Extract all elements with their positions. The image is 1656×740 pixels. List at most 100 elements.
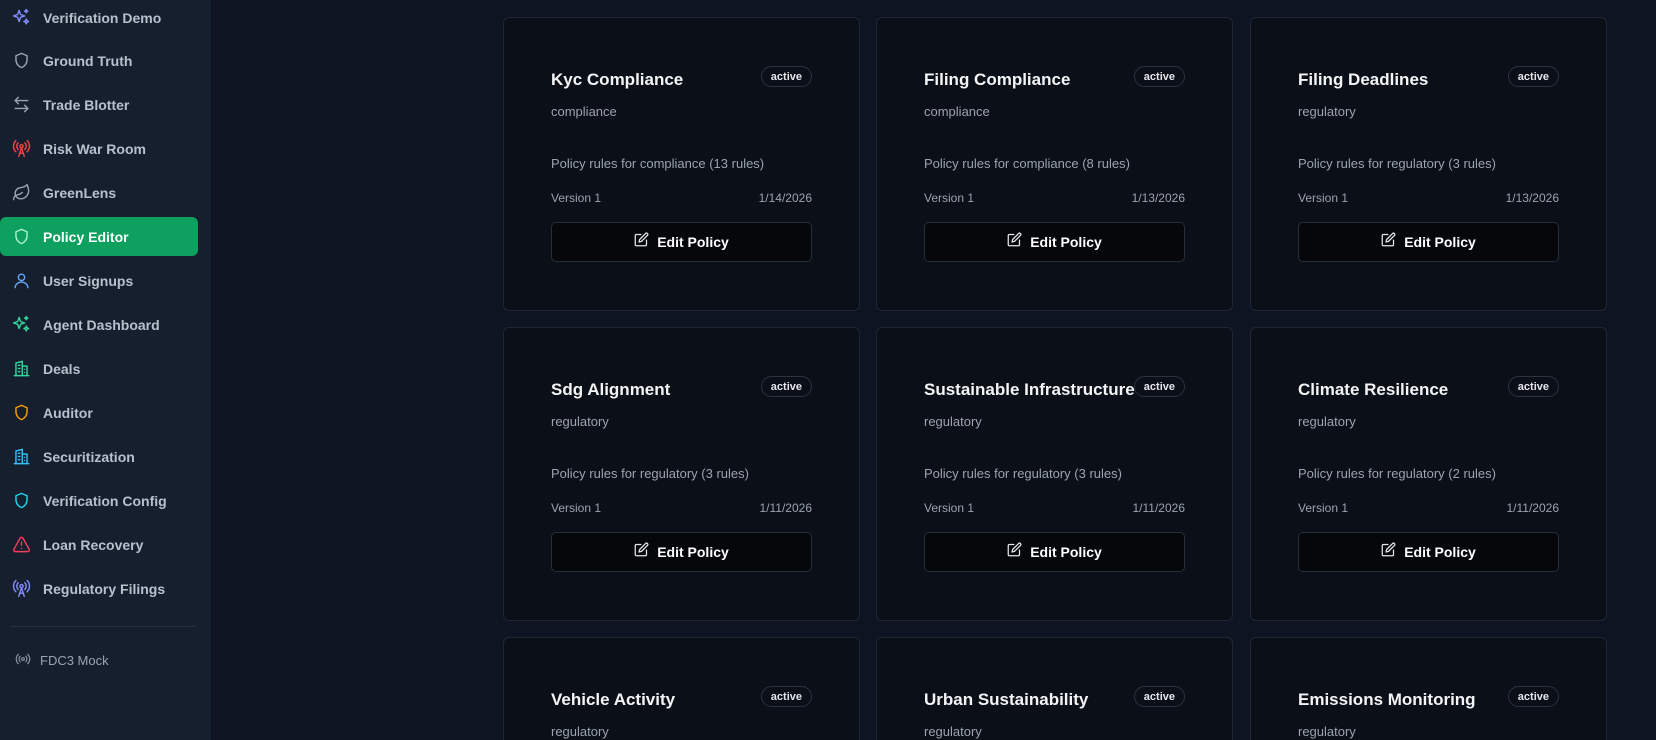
policy-date: 1/13/2026 [1131, 191, 1185, 205]
edit-policy-label: Edit Policy [1404, 544, 1476, 560]
sidebar-item-label: GreenLens [43, 184, 117, 201]
sidebar-item-risk-war-room[interactable]: Risk War Room [0, 129, 198, 168]
sidebar-item-label: Agent Dashboard [43, 316, 160, 333]
sidebar-item-verification-config[interactable]: Verification Config [0, 481, 198, 520]
sidebar-item-label: Trade Blotter [43, 96, 130, 113]
sidebar-item-loan-recovery[interactable]: Loan Recovery [0, 525, 198, 564]
user-icon [11, 271, 31, 291]
sidebar-item-label: Risk War Room [43, 140, 146, 157]
sidebar-item-trade-blotter[interactable]: Trade Blotter [0, 85, 198, 124]
policy-category: regulatory [1298, 724, 1356, 739]
fdc3-mock-label: FDC3 Mock [40, 652, 109, 668]
edit-icon [634, 232, 649, 252]
radio-tower-icon [11, 139, 31, 159]
policy-date: 1/14/2026 [758, 191, 812, 205]
policy-title: Filing Deadlines [1298, 70, 1429, 89]
sidebar-item-agent-dashboard[interactable]: Agent Dashboard [0, 305, 198, 344]
policy-title: Vehicle Activity [551, 690, 676, 709]
sidebar-item-policy-editor[interactable]: Policy Editor [0, 217, 198, 256]
policy-card: Kyc Compliance active compliance Policy … [503, 17, 860, 311]
policy-title: Urban Sustainability [924, 690, 1089, 709]
edit-policy-button[interactable]: Edit Policy [1298, 222, 1559, 262]
status-badge: active [1507, 686, 1559, 707]
shield-icon [11, 227, 31, 247]
sidebar-item-label: Verification Demo [43, 9, 162, 26]
policy-category: compliance [924, 104, 990, 119]
edit-policy-button[interactable]: Edit Policy [551, 222, 812, 262]
sidebar-item-label: Auditor [43, 404, 93, 421]
sidebar-item-label: Ground Truth [43, 52, 133, 69]
policy-date: 1/11/2026 [759, 501, 813, 515]
policy-category: regulatory [551, 724, 609, 739]
sidebar-item-ground-truth[interactable]: Ground Truth [0, 41, 198, 80]
status-badge: active [760, 376, 812, 397]
edit-policy-label: Edit Policy [1030, 234, 1102, 250]
sidebar-item-label: Verification Config [43, 492, 167, 509]
policy-title: Climate Resilience [1298, 380, 1449, 399]
status-badge: active [1507, 66, 1559, 87]
policy-card: Sustainable Infrastructure active regula… [876, 327, 1233, 621]
edit-icon [634, 542, 649, 562]
shield-icon [11, 51, 31, 71]
radio-tower-icon [11, 579, 31, 599]
edit-policy-button[interactable]: Edit Policy [924, 532, 1185, 572]
arrows-left-right-icon [11, 95, 31, 115]
sidebar-item-label: Deals [43, 360, 81, 377]
policy-description: Policy rules for compliance (8 rules) [924, 156, 1130, 171]
policy-title: Sdg Alignment [551, 380, 671, 399]
sidebar-item-regulatory-filings[interactable]: Regulatory Filings [0, 569, 198, 608]
building-icon [11, 447, 31, 467]
policy-description: Policy rules for regulatory (3 rules) [551, 466, 749, 481]
sidebar-divider [10, 626, 196, 627]
alert-triangle-icon [11, 535, 31, 555]
policy-category: regulatory [1298, 414, 1356, 429]
edit-icon [1007, 542, 1022, 562]
policy-card: Sdg Alignment active regulatory Policy r… [503, 327, 860, 621]
sidebar-item-auditor[interactable]: Auditor [0, 393, 198, 432]
policy-version: Version 1 [1298, 191, 1349, 205]
sidebar-item-verification-demo[interactable]: Verification Demo [0, 0, 198, 37]
policy-description: Policy rules for compliance (13 rules) [551, 156, 765, 171]
edit-policy-button[interactable]: Edit Policy [1298, 532, 1559, 572]
broadcast-icon [15, 651, 31, 670]
policy-card: Vehicle Activity active regulatory [503, 637, 860, 740]
sidebar-item-user-signups[interactable]: User Signups [0, 261, 198, 300]
edit-policy-label: Edit Policy [1030, 544, 1102, 560]
policy-date: 1/11/2026 [1132, 501, 1186, 515]
edit-policy-label: Edit Policy [657, 234, 729, 250]
edit-policy-button[interactable]: Edit Policy [551, 532, 812, 572]
edit-policy-label: Edit Policy [657, 544, 729, 560]
policy-title: Kyc Compliance [551, 70, 684, 89]
status-badge: active [760, 686, 812, 707]
sidebar-item-greenlens[interactable]: GreenLens [0, 173, 198, 212]
status-badge: active [1133, 66, 1185, 87]
building-icon [11, 359, 31, 379]
policy-category: regulatory [924, 724, 982, 739]
policy-description: Policy rules for regulatory (3 rules) [924, 466, 1122, 481]
sidebar-item-deals[interactable]: Deals [0, 349, 198, 388]
policy-card: Filing Compliance active compliance Poli… [876, 17, 1233, 311]
fdc3-mock-link[interactable]: FDC3 Mock [6, 650, 109, 670]
policy-category: regulatory [1298, 104, 1356, 119]
policy-category: regulatory [551, 414, 609, 429]
policy-version: Version 1 [551, 191, 602, 205]
policy-version: Version 1 [551, 501, 602, 515]
edit-policy-button[interactable]: Edit Policy [924, 222, 1185, 262]
edit-policy-label: Edit Policy [1404, 234, 1476, 250]
shield-icon [11, 491, 31, 511]
policy-date: 1/11/2026 [1506, 501, 1560, 515]
status-badge: active [760, 66, 812, 87]
policy-category: compliance [551, 104, 617, 119]
policy-description: Policy rules for regulatory (2 rules) [1298, 466, 1496, 481]
sparkles-icon [11, 8, 31, 28]
policy-card: Urban Sustainability active regulatory [876, 637, 1233, 740]
sidebar-item-securitization[interactable]: Securitization [0, 437, 198, 476]
policy-description: Policy rules for regulatory (3 rules) [1298, 156, 1496, 171]
sidebar-item-label: Regulatory Filings [43, 580, 166, 597]
sidebar-item-label: Loan Recovery [43, 536, 144, 553]
policy-card: Filing Deadlines active regulatory Polic… [1250, 17, 1607, 311]
status-badge: active [1133, 686, 1185, 707]
policy-version: Version 1 [1298, 501, 1349, 515]
leaf-icon [11, 183, 31, 203]
edit-icon [1381, 232, 1396, 252]
